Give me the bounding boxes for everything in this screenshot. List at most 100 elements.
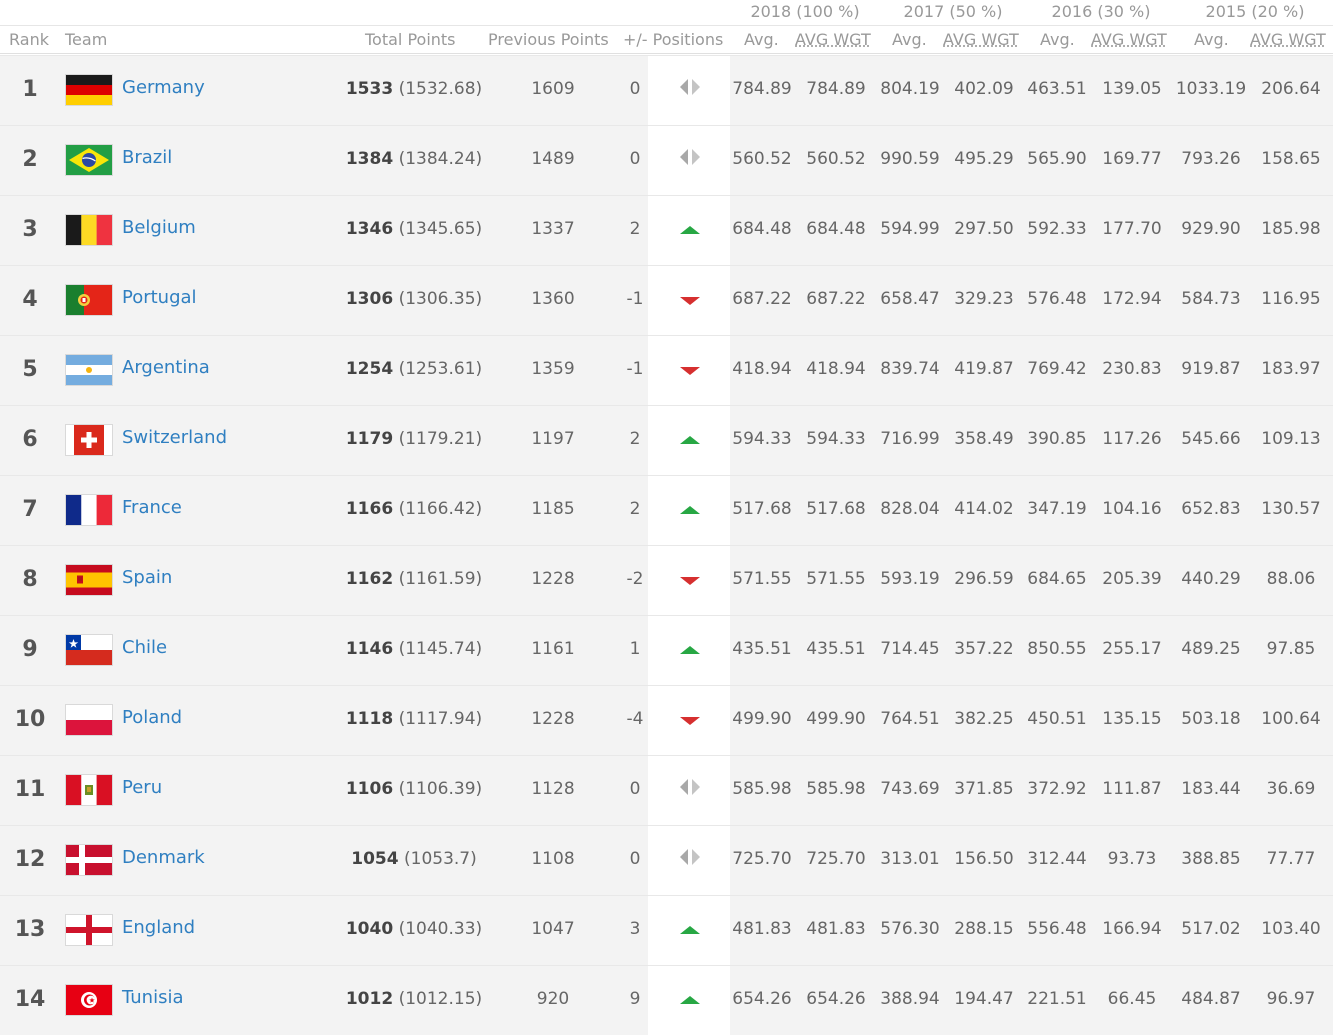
avg-wgt-2018: 435.51 — [806, 639, 866, 659]
team-link[interactable]: Tunisia — [122, 987, 184, 1008]
total-points-rounded: 1054 — [351, 849, 399, 869]
column-header-2015-avg-wgt[interactable]: AVG WGT — [1250, 30, 1326, 49]
team-link[interactable]: Peru — [122, 777, 162, 798]
avg-2017: 313.01 — [880, 849, 940, 869]
avg-wgt-2016: 104.16 — [1102, 499, 1162, 519]
total-points: 1179 (1179.21) — [346, 429, 482, 449]
rank-number: 1 — [22, 77, 38, 102]
rank-number: 14 — [14, 987, 46, 1012]
total-points-rounded: 1384 — [345, 149, 394, 169]
avg-2015: 793.26 — [1181, 149, 1241, 169]
avg-2015: 1033.19 — [1175, 79, 1247, 99]
trend-same-icon — [678, 778, 702, 796]
year-header-2016: 2016 (30 %) — [1051, 2, 1151, 21]
portugal-flag-icon — [65, 284, 113, 316]
total-points-rounded: 1346 — [345, 219, 394, 239]
previous-points: 1128 — [531, 779, 575, 799]
column-header-2018-avg-wgt[interactable]: AVG WGT — [795, 30, 871, 49]
position-change: 2 — [629, 499, 641, 519]
column-header-2016-avg-wgt[interactable]: AVG WGT — [1091, 30, 1167, 49]
total-points-rounded: 1533 — [345, 79, 394, 99]
total-points: 1162 (1161.59) — [346, 569, 482, 589]
avg-wgt-2017: 288.15 — [954, 919, 1014, 939]
team-link[interactable]: Switzerland — [122, 427, 227, 448]
trend-same-icon — [678, 148, 702, 166]
team-link[interactable]: Portugal — [122, 287, 197, 308]
team-link[interactable]: Poland — [122, 707, 182, 728]
avg-2015: 517.02 — [1181, 919, 1241, 939]
total-points: 1106 (1106.39) — [346, 779, 482, 799]
avg-2016: 450.51 — [1027, 709, 1087, 729]
previous-points: 1161 — [531, 639, 575, 659]
argentina-flag-icon — [65, 354, 113, 386]
table-row: 13 England 1040 (1040.33) 1047 3 481.83 481.83… — [0, 895, 1333, 965]
column-header-2018-avg[interactable]: Avg. — [744, 30, 779, 49]
team-link[interactable]: Germany — [122, 77, 205, 98]
team-link[interactable]: England — [122, 917, 195, 938]
germany-flag-icon — [65, 74, 113, 106]
column-header-2016-avg[interactable]: Avg. — [1040, 30, 1075, 49]
avg-2018: 481.83 — [732, 919, 792, 939]
spain-flag-icon — [65, 564, 113, 596]
poland-flag-icon — [65, 704, 113, 736]
team-link[interactable]: Chile — [122, 637, 167, 658]
tunisia-flag-icon — [65, 984, 113, 1016]
avg-wgt-2016: 139.05 — [1102, 79, 1162, 99]
avg-wgt-2016: 169.77 — [1102, 149, 1162, 169]
avg-wgt-2016: 230.83 — [1102, 359, 1162, 379]
column-header-rank[interactable]: Rank — [9, 30, 49, 49]
previous-points: 1228 — [531, 569, 575, 589]
avg-wgt-2016: 111.87 — [1102, 779, 1162, 799]
avg-wgt-2016: 135.15 — [1102, 709, 1162, 729]
previous-points: 1197 — [531, 429, 575, 449]
total-points: 1040 (1040.33) — [346, 919, 482, 939]
year-header-2017: 2017 (50 %) — [903, 2, 1003, 21]
total-points-exact: (1532.68) — [398, 79, 483, 99]
previous-points: 1337 — [531, 219, 575, 239]
total-points-exact: (1306.35) — [398, 289, 483, 309]
avg-2017: 990.59 — [880, 149, 940, 169]
avg-2015: 503.18 — [1181, 709, 1241, 729]
team-link[interactable]: Brazil — [122, 147, 172, 168]
total-points-rounded: 1118 — [345, 709, 394, 729]
avg-wgt-2017: 156.50 — [954, 849, 1014, 869]
column-header-2017-avg[interactable]: Avg. — [892, 30, 927, 49]
position-change: 2 — [629, 429, 641, 449]
total-points-rounded: 1106 — [345, 779, 394, 799]
column-header-total-points[interactable]: Total Points — [365, 30, 456, 49]
avg-wgt-2015: 77.77 — [1266, 849, 1316, 869]
position-change: 9 — [629, 989, 641, 1009]
avg-wgt-2017: 329.23 — [954, 289, 1014, 309]
avg-2018: 725.70 — [732, 849, 792, 869]
avg-2018: 594.33 — [732, 429, 792, 449]
column-header-team[interactable]: Team — [65, 30, 107, 49]
team-link[interactable]: Spain — [122, 567, 172, 588]
column-header-2017-avg-wgt[interactable]: AVG WGT — [943, 30, 1019, 49]
avg-wgt-2017: 414.02 — [954, 499, 1014, 519]
avg-2015: 584.73 — [1181, 289, 1241, 309]
position-change: 1 — [629, 639, 641, 659]
avg-wgt-2018: 687.22 — [806, 289, 866, 309]
team-link[interactable]: Denmark — [122, 847, 205, 868]
avg-2016: 463.51 — [1027, 79, 1087, 99]
avg-2016: 769.42 — [1027, 359, 1087, 379]
team-link[interactable]: Argentina — [122, 357, 210, 378]
team-link[interactable]: Belgium — [122, 217, 196, 238]
avg-wgt-2015: 206.64 — [1261, 79, 1321, 99]
avg-2015: 929.90 — [1181, 219, 1241, 239]
team-link[interactable]: France — [122, 497, 182, 518]
total-points-rounded: 1012 — [345, 989, 394, 1009]
avg-2017: 828.04 — [880, 499, 940, 519]
avg-2017: 594.99 — [880, 219, 940, 239]
position-change: 0 — [629, 779, 641, 799]
avg-2018: 654.26 — [732, 989, 792, 1009]
avg-2015: 489.25 — [1181, 639, 1241, 659]
column-header-previous-points[interactable]: Previous Points — [488, 30, 609, 49]
column-header-2015-avg[interactable]: Avg. — [1194, 30, 1229, 49]
avg-wgt-2016: 205.39 — [1102, 569, 1162, 589]
avg-wgt-2017: 495.29 — [954, 149, 1014, 169]
avg-wgt-2017: 297.50 — [954, 219, 1014, 239]
table-row: 1 Germany 1533 (1532.68) 1609 0 784.89 784.89 8… — [0, 55, 1333, 125]
rank-number: 11 — [14, 777, 46, 802]
column-header-positions[interactable]: +/- Positions — [623, 30, 723, 49]
